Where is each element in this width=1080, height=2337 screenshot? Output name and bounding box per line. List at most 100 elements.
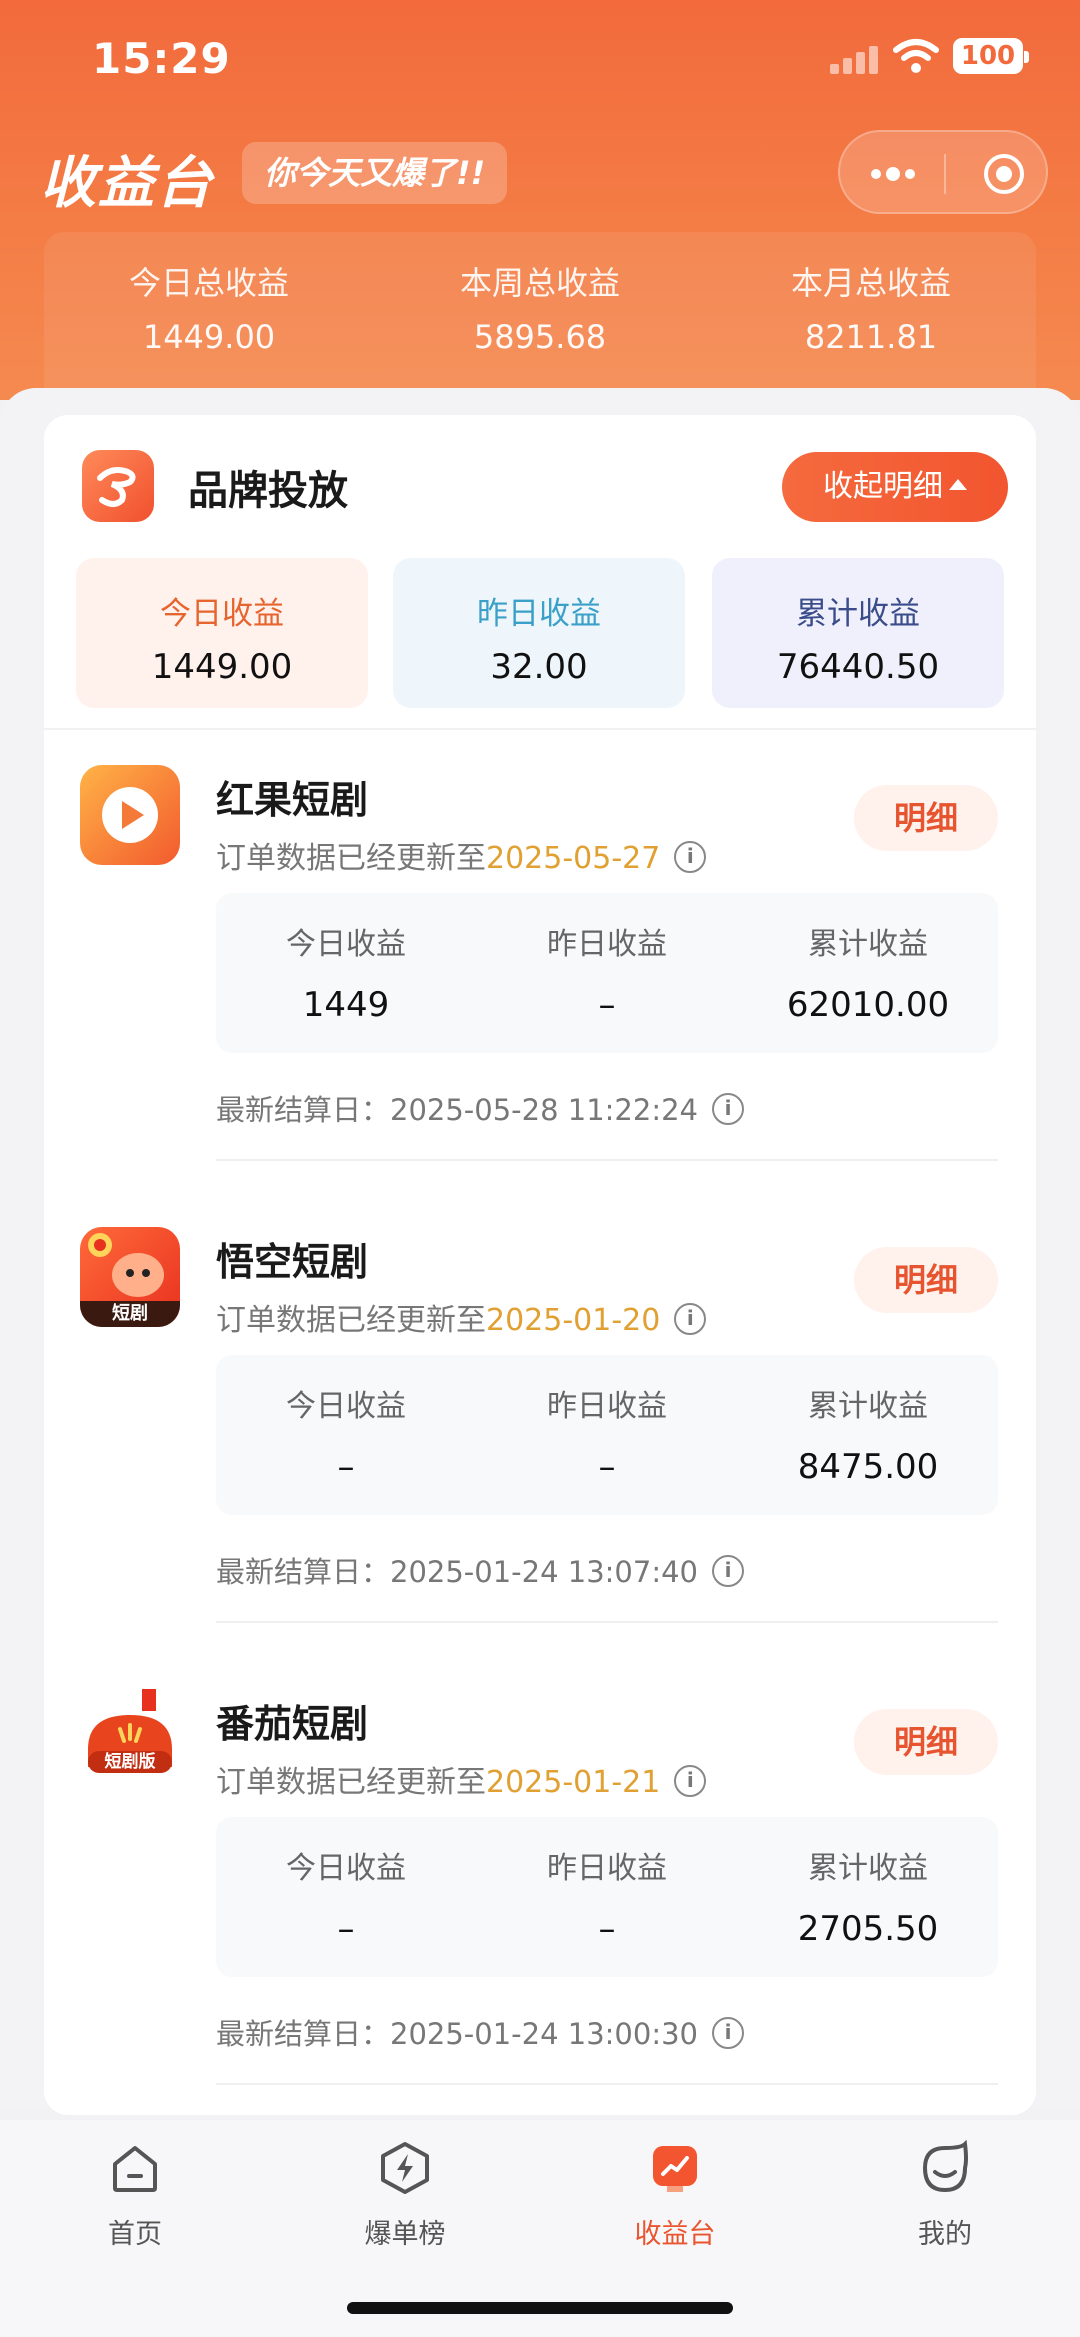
miniprogram-capsule [838,130,1048,214]
settlement-text: 最新结算日：2025-01-24 13:00:30 [216,2017,698,2051]
icon-caption: 短剧 [112,1303,148,1324]
chart-icon [653,2146,697,2192]
signal-icon [830,44,882,74]
col-label: 今日收益 [286,927,406,962]
wifi-icon [893,39,939,73]
info-icon[interactable]: i [712,1555,744,1587]
battery-icon: 100 [953,38,1029,74]
home-icon [113,2146,157,2192]
total-label: 本周总收益 [459,264,620,302]
divider [216,1621,998,1623]
earnings-box: 今日收益 – 昨日收益 – 累计收益 8475.00 [216,1355,998,1515]
more-icon[interactable] [870,162,916,186]
status-time: 15:29 [92,34,231,83]
total-month: 本月总收益 8211.81 [706,258,1036,356]
update-status: 订单数据已经更新至2025-01-21 i [216,1757,707,1801]
nav-home[interactable]: 首页 [55,2140,215,2251]
update-status: 订单数据已经更新至2025-05-27 i [216,833,707,877]
stat-value: 76440.50 [776,647,940,687]
earnings-col: 今日收益 – [216,1843,476,1949]
icon-caption: 短剧版 [104,1752,156,1772]
home-indicator[interactable] [347,2302,733,2314]
update-status: 订单数据已经更新至2025-01-20 i [216,1295,707,1339]
col-label: 累计收益 [808,1851,928,1886]
drama-row: 短剧 悟空短剧 订单数据已经更新至2025-01-20 i 明细 今日收益 – 昨… [0,1227,1080,1687]
update-date: 2025-01-21 [486,1765,661,1800]
earnings-col: 累计收益 2705.50 [738,1843,998,1949]
nav-profile[interactable]: 我的 [865,2139,1025,2251]
stat-label: 累计收益 [796,596,920,632]
col-label: 今日收益 [286,1851,406,1886]
update-prefix: 订单数据已经更新至 [216,1303,486,1338]
info-icon[interactable]: i [674,1764,707,1797]
collapse-label: 收起明细 [823,469,943,504]
settlement-row: 最新结算日：2025-01-24 13:00:30 i [216,2011,744,2053]
slogan-badge: 你今天又爆了!! [242,142,508,204]
drama-row: 红果短剧 订单数据已经更新至2025-05-27 i 明细 今日收益 1449 昨… [0,765,1080,1225]
total-value: 5895.68 [473,318,607,356]
col-value: 1449 [302,985,390,1025]
nav-hot-list[interactable]: 爆单榜 [325,2140,485,2251]
col-label: 今日收益 [286,1389,406,1424]
info-icon[interactable]: i [674,840,707,873]
stat-value: 32.00 [490,647,588,687]
earnings-box: 今日收益 – 昨日收益 – 累计收益 2705.50 [216,1817,998,1977]
update-date: 2025-01-20 [486,1303,661,1338]
info-icon[interactable]: i [674,1302,707,1335]
status-bar: 15:29 100 [0,0,1080,120]
earnings-col: 累计收益 8475.00 [738,1381,998,1487]
nav-label: 首页 [108,2219,162,2250]
earnings-col: 累计收益 62010.00 [738,919,998,1025]
close-miniprogram-icon[interactable] [982,152,1026,196]
wukong-app-icon: 短剧 [80,1227,180,1327]
capsule-divider [944,154,946,194]
col-label: 昨日收益 [547,1851,667,1886]
col-label: 昨日收益 [547,1389,667,1424]
caret-up-icon [949,479,967,490]
stat-label: 昨日收益 [477,596,601,632]
earnings-col: 昨日收益 – [477,1381,737,1487]
detail-button[interactable]: 明细 [854,1709,998,1775]
page-title: 收益台 [40,151,214,216]
info-icon[interactable]: i [712,2017,744,2049]
divider [216,2083,998,2085]
col-label: 累计收益 [808,927,928,962]
detail-button[interactable]: 明细 [854,1247,998,1313]
stat-today: 今日收益 1449.00 [76,558,368,708]
earnings-col: 昨日收益 – [477,1843,737,1949]
fanqie-app-icon: 短剧版 [80,1689,180,1789]
stat-value: 1449.00 [151,647,293,687]
detail-button[interactable]: 明细 [854,785,998,851]
settlement-row: 最新结算日：2025-01-24 13:07:40 i [216,1549,744,1591]
drama-row: 短剧版 番茄短剧 订单数据已经更新至2025-01-21 i 明细 今日收益 – … [0,1689,1080,2149]
nav-label: 我的 [918,2219,972,2250]
totals-summary: 今日总收益 1449.00 本周总收益 5895.68 本月总收益 8211.8… [44,232,1036,412]
earnings-box: 今日收益 1449 昨日收益 – 累计收益 62010.00 [216,893,998,1053]
total-value: 8211.81 [804,318,938,356]
stat-yesterday: 昨日收益 32.00 [393,558,685,708]
settlement-row: 最新结算日：2025-05-28 11:22:24 i [216,1087,744,1129]
earnings-col: 今日收益 1449 [216,919,476,1025]
col-value: – [598,985,616,1025]
col-label: 累计收益 [808,1389,928,1424]
update-prefix: 订单数据已经更新至 [216,841,486,876]
face-icon [922,2139,968,2193]
col-label: 昨日收益 [547,927,667,962]
col-value: – [598,1909,616,1949]
brand-title: 品牌投放 [188,468,348,514]
earnings-col: 昨日收益 – [477,919,737,1025]
info-icon[interactable]: i [712,1093,744,1125]
hongguo-app-icon [80,765,180,865]
nav-earnings[interactable]: 收益台 [595,2140,755,2251]
collapse-details-button[interactable]: 收起明细 [782,452,1008,522]
total-week: 本周总收益 5895.68 [375,258,705,356]
lightning-icon [381,2142,429,2194]
total-today: 今日总收益 1449.00 [44,258,374,356]
settlement-text: 最新结算日：2025-01-24 13:07:40 [216,1555,698,1589]
divider [216,1159,998,1161]
total-label: 本月总收益 [790,264,951,302]
brand-logo-icon [82,450,154,522]
update-date: 2025-05-27 [486,841,661,876]
app-name: 悟空短剧 [216,1240,369,1284]
app-name: 番茄短剧 [216,1702,369,1746]
